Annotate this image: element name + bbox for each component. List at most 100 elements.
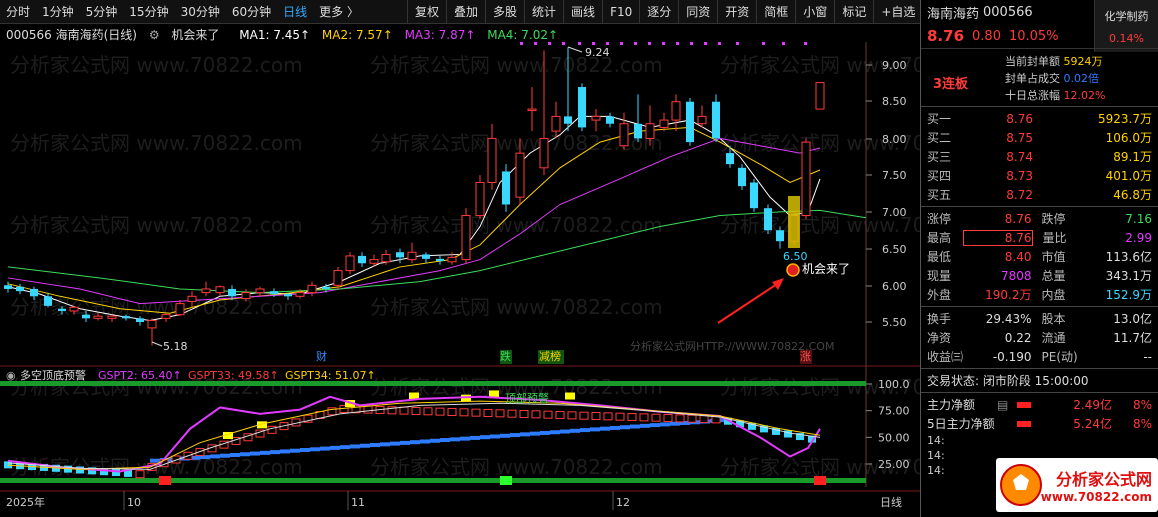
bid-price: 8.75 <box>1006 130 1033 145</box>
stat-value: 8.76 <box>1004 211 1032 226</box>
y-tick-label: 6.00 <box>882 280 907 293</box>
ten-day-value: 12.02% <box>1063 89 1106 102</box>
stat-label: 内盘 <box>1041 288 1066 302</box>
blue-trend-bar <box>590 427 600 432</box>
indicator-bar <box>411 406 421 415</box>
open-capital-button[interactable]: 开资 <box>717 0 756 24</box>
action-buttons: 复权 叠加 多股 统计 画线 F10 逐分 同资 开资 简框 小窗 标记 +自选… <box>406 0 961 24</box>
signal-marker-icon[interactable] <box>786 263 800 277</box>
bid-row[interactable]: 买二 8.75 106.0万 <box>921 128 1158 147</box>
bid-row[interactable]: 买三 8.74 89.1万 <box>921 147 1158 166</box>
stat-label: 流通 <box>1041 331 1066 345</box>
sector-box[interactable]: 化学制药 0.14% <box>1094 0 1158 52</box>
tab-5min[interactable]: 5分钟 <box>80 0 124 24</box>
candle-body-down <box>270 291 278 295</box>
stats-button[interactable]: 统计 <box>524 0 563 24</box>
x-label-nov: 11 <box>351 496 365 509</box>
dot-marker <box>762 42 765 45</box>
candle-body-up <box>515 152 525 198</box>
blue-trend-bar <box>600 426 610 431</box>
seal-amount: 5924万 <box>1063 55 1103 68</box>
dot-marker <box>578 42 581 45</box>
tab-30min[interactable]: 30分钟 <box>175 0 226 24</box>
dot-marker <box>620 42 623 45</box>
multi-stock-button[interactable]: 多股 <box>485 0 524 24</box>
ball-logo-icon <box>1000 464 1042 506</box>
bid-row[interactable]: 买四 8.73 401.0万 <box>921 166 1158 185</box>
event-label-cai[interactable]: 财 <box>316 349 327 363</box>
blue-trend-bar <box>270 450 280 455</box>
tab-daily[interactable]: 日线 <box>277 0 313 24</box>
ma4-value: MA4: 7.02↑ <box>487 28 559 42</box>
price-change: 0.80 <box>972 28 1001 44</box>
bid-row[interactable]: 买五 8.72 46.8万 <box>921 185 1158 204</box>
stat-value: 343.1万 <box>1105 269 1152 283</box>
candle-body-up <box>381 253 391 263</box>
ten-day-label: 十日总涨幅 <box>1005 89 1060 102</box>
indicator-name[interactable]: ⚙ 机会来了 <box>149 28 228 42</box>
tab-15min[interactable]: 15分钟 <box>123 0 174 24</box>
indicator-bar <box>363 405 373 414</box>
blue-trend-bar <box>490 434 500 439</box>
small-window-button[interactable]: 小窗 <box>795 0 834 24</box>
sub-y-tick-label: 25.00 <box>878 458 910 471</box>
list-icon[interactable]: ▤ <box>997 398 1017 412</box>
candle-body-up <box>815 82 825 110</box>
main-net-pct: 8% <box>1132 397 1152 412</box>
gspt33-value: GSPT33: 49.58↑ <box>188 369 279 382</box>
bid-volume: 401.0万 <box>1105 169 1152 183</box>
stat-label: 收益㈢ <box>927 350 964 364</box>
stat-row: 换手 29.43% 股本 13.0亿 <box>921 309 1158 328</box>
fuquan-button[interactable]: 复权 <box>406 0 446 24</box>
blue-trend-bar <box>150 458 160 463</box>
stat-label: 股本 <box>1041 312 1066 326</box>
simple-frame-button[interactable]: 简框 <box>756 0 795 24</box>
yellow-signal <box>489 390 499 398</box>
mark-button[interactable]: 标记 <box>834 0 873 24</box>
current-price: 8.76 <box>927 27 965 45</box>
watermark-text: 分析家公式网 www.70822.com <box>10 213 303 237</box>
bid-row[interactable]: 买一 8.76 5923.7万 <box>921 109 1158 128</box>
event-label-die[interactable]: 跌 <box>500 349 511 363</box>
watermark-url: 分析家公式网HTTP://WWW.70822.COM <box>630 339 834 353</box>
yellow-signal <box>565 392 575 400</box>
bid-price: 8.76 <box>1006 111 1033 126</box>
indicator-bar <box>495 409 505 418</box>
same-capital-button[interactable]: 同资 <box>678 0 717 24</box>
candle-body-down <box>750 182 758 209</box>
sub-collapse-icon[interactable]: ◉ <box>6 369 16 382</box>
tab-60min[interactable]: 60分钟 <box>226 0 277 24</box>
draw-line-button[interactable]: 画线 <box>563 0 602 24</box>
f10-button[interactable]: F10 <box>602 0 639 24</box>
candle-body-up <box>487 137 497 183</box>
top-dot-markers <box>520 42 807 45</box>
candle-body-down <box>30 288 38 297</box>
low-price-label: 5.18 <box>163 340 188 353</box>
blue-trend-bar <box>580 428 590 433</box>
x-label-year: 2025年 <box>6 495 45 509</box>
overlay-button[interactable]: 叠加 <box>446 0 485 24</box>
stat-row: 净资 0.22 流通 11.7亿 <box>921 328 1158 347</box>
seal-ratio-label: 封单占成交 <box>1005 72 1060 85</box>
candle-body-down <box>396 252 404 258</box>
indicator-bar <box>519 409 529 418</box>
tab-fenshi[interactable]: 分时 <box>0 0 36 24</box>
watermark-text: 分析家公式网 www.70822.com <box>10 53 303 77</box>
blue-trend-bar <box>310 447 320 452</box>
blue-trend-bar <box>290 448 300 453</box>
dot-marker <box>704 42 707 45</box>
blue-trend-bar <box>420 439 430 444</box>
event-label-jianbang[interactable]: 减榜 <box>539 349 561 363</box>
by-minute-button[interactable]: 逐分 <box>639 0 678 24</box>
y-tick-label: 8.50 <box>882 95 907 108</box>
watermark-text: 分析家公式网 www.70822.com <box>370 213 663 237</box>
bid-volume: 106.0万 <box>1105 131 1152 145</box>
candle-body-down <box>358 255 366 264</box>
tab-1min[interactable]: 1分钟 <box>36 0 80 24</box>
x-label-oct: 10 <box>127 496 141 509</box>
gspt2-value: GSPT2: 65.40↑ <box>98 369 182 382</box>
add-watchlist-button[interactable]: +自选 <box>873 0 922 24</box>
tab-more[interactable]: 更多 〉 <box>313 0 365 24</box>
kline-chart[interactable]: 分析家公式网 www.70822.com 分析家公式网 www.70822.com… <box>0 42 920 517</box>
candle-body-down <box>122 316 130 319</box>
